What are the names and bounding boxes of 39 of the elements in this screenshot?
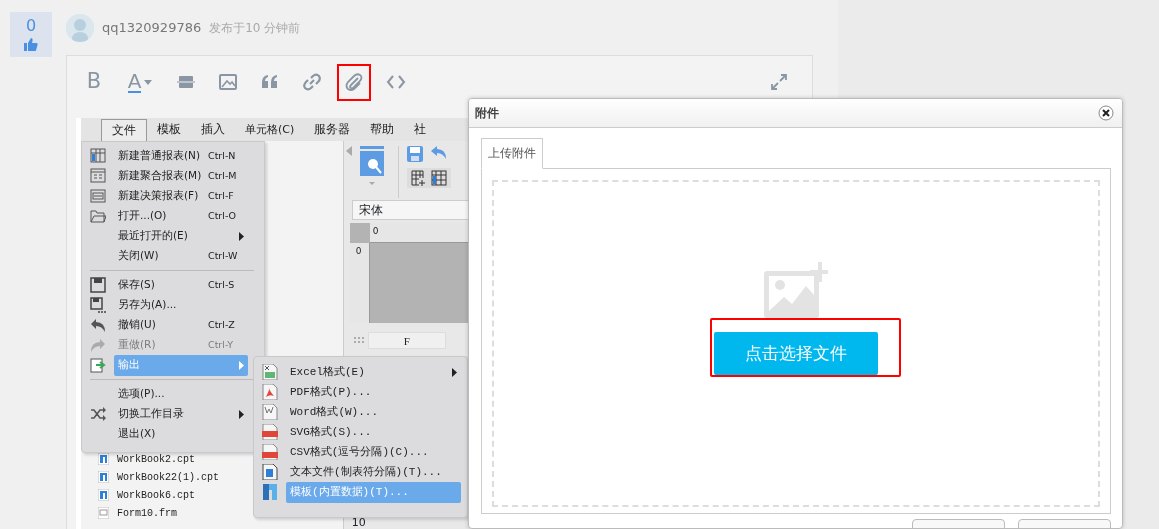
menu-bar-item[interactable]: 社 bbox=[404, 118, 437, 141]
menu-bar-item[interactable]: 单元格(C) bbox=[235, 118, 305, 141]
ruler-label: 0 bbox=[355, 245, 362, 258]
menu-bar-item[interactable]: 模板 bbox=[147, 118, 191, 141]
menu-item[interactable]: 最近打开的(E) bbox=[114, 225, 248, 247]
menu-bar-item[interactable]: 文件 bbox=[101, 119, 147, 141]
post-time: 发布于10 分钟前 bbox=[209, 20, 301, 37]
file-name[interactable]: WorkBook6.cpt bbox=[117, 487, 195, 503]
menu-item[interactable]: SVG格式(S)... bbox=[286, 421, 461, 443]
menu-item[interactable]: Excel格式(E) bbox=[286, 361, 461, 383]
menu-item[interactable]: 切换工作目录 bbox=[114, 403, 248, 425]
menu-bar-item[interactable]: 插入 bbox=[191, 118, 235, 141]
menu-bar-item[interactable]: 帮助 bbox=[360, 118, 405, 141]
vote-count: 0 bbox=[25, 18, 37, 34]
file-name[interactable]: WorkBook2.cpt bbox=[117, 451, 195, 467]
dialog-title: 附件 bbox=[475, 105, 499, 122]
menu-item[interactable]: 关闭(W) Ctrl-W bbox=[114, 245, 248, 267]
menu-item[interactable]: Word格式(W)... bbox=[286, 401, 461, 423]
menu-bar-item[interactable]: 服务器 bbox=[304, 118, 361, 141]
menu-item[interactable]: 选项(P)... bbox=[114, 383, 248, 405]
menu-item[interactable]: 打开...(O) Ctrl-O bbox=[114, 205, 248, 227]
menu-item[interactable]: CSV格式(逗号分隔)(C)... bbox=[286, 441, 461, 463]
menu-item[interactable]: 保存(S) Ctrl-S bbox=[114, 274, 248, 296]
dialog-tab[interactable]: 上传附件 bbox=[481, 138, 543, 169]
menu-item[interactable]: PDF格式(P)... bbox=[286, 381, 461, 403]
menu-item[interactable]: 文本文件(制表符分隔)(T)... bbox=[286, 461, 461, 483]
menu-item[interactable]: 新建聚合报表(M) Ctrl-M bbox=[114, 165, 248, 187]
file-name[interactable]: WorkBook22(1).cpt bbox=[117, 469, 220, 485]
menu-item[interactable]: 新建决策报表(F) Ctrl-F bbox=[114, 185, 248, 207]
menu-item[interactable]: 另存为(A)... bbox=[114, 294, 248, 316]
ruler-label: 0 bbox=[372, 225, 379, 238]
row-number: 10 bbox=[350, 514, 367, 529]
font-name-field[interactable]: 宋体 bbox=[351, 200, 471, 220]
file-name[interactable]: Form10.frm bbox=[117, 505, 177, 521]
column-header[interactable]: F bbox=[367, 332, 446, 349]
menu-item[interactable]: 新建普通报表(N) Ctrl-N bbox=[114, 145, 248, 167]
menu-item[interactable]: 撤销(U) Ctrl-Z bbox=[114, 314, 248, 336]
menu-item[interactable]: 退出(X) bbox=[114, 423, 248, 445]
username[interactable]: qq1320929786 bbox=[102, 18, 202, 38]
